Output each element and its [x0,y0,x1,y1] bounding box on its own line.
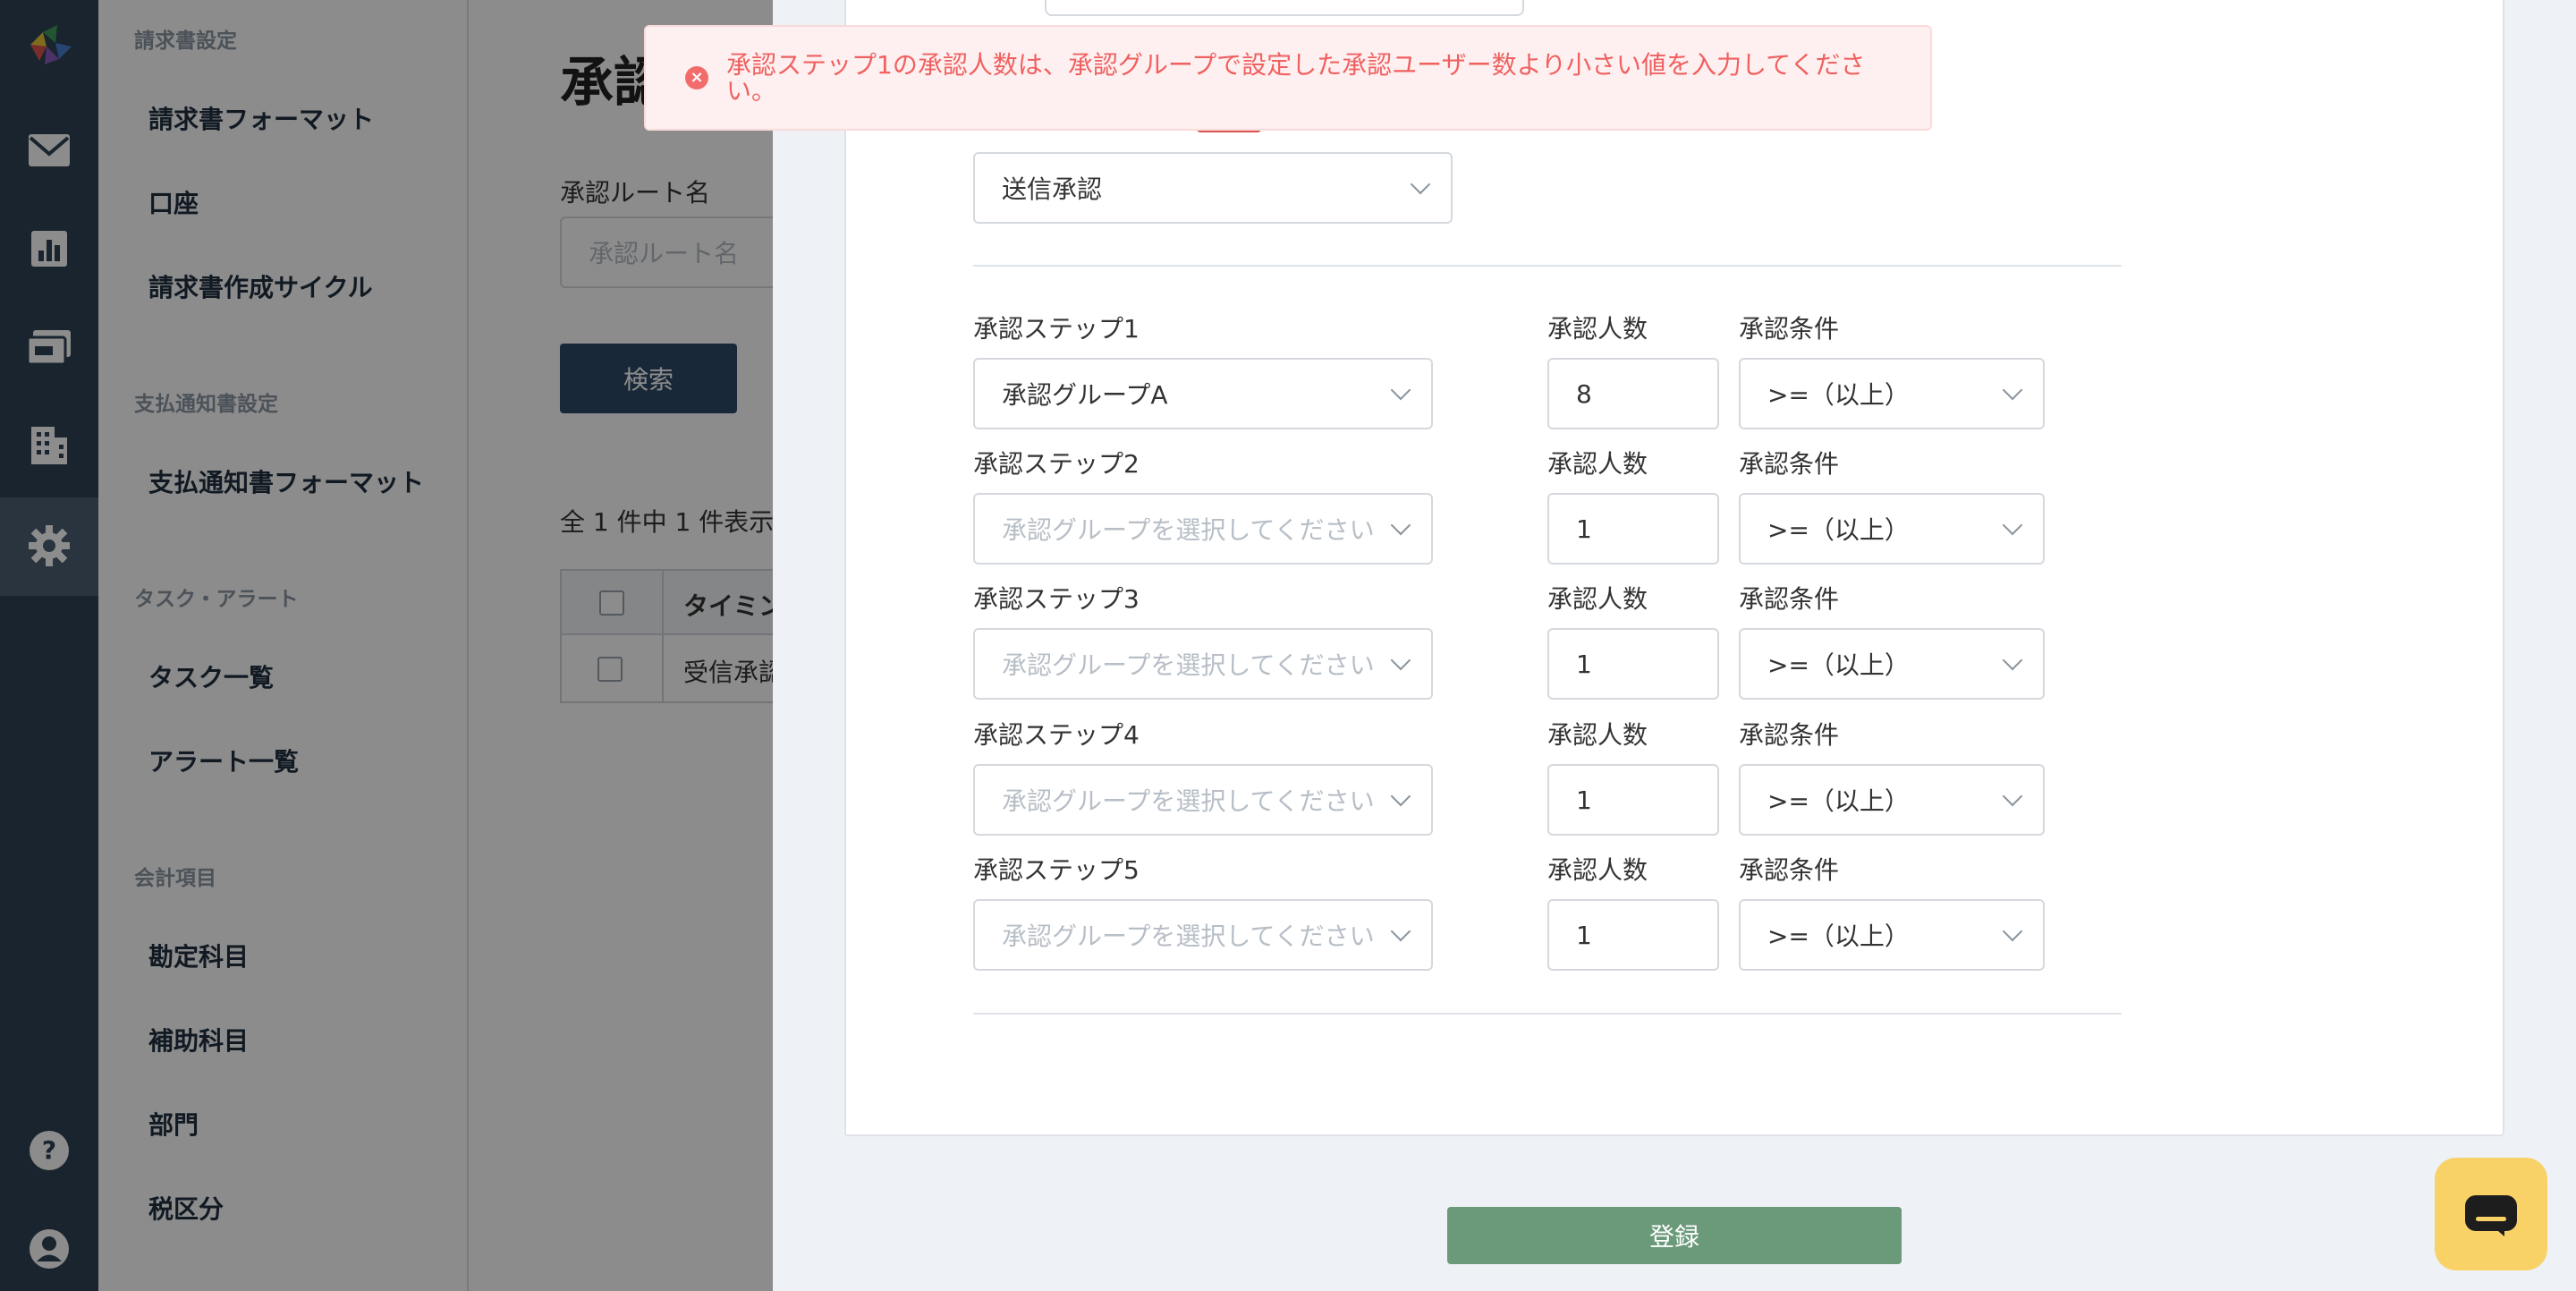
step2-condition-label: 承認条件 [1739,449,1840,479]
chevron-down-icon [1390,650,1411,671]
chevron-down-icon [2002,379,2023,401]
step5-condition-value: >=（以上） [1767,922,1910,951]
chevron-down-icon [2002,921,2023,942]
step3-group-select[interactable]: 承認グループを選択してください [973,628,1433,700]
step3-label: 承認ステップ3 [973,584,1140,614]
step5-group-select[interactable]: 承認グループを選択してください [973,899,1433,971]
step2-count-label: 承認人数 [1547,449,1648,479]
chevron-down-icon [1390,921,1411,942]
step1-group-value: 承認グループA [1002,380,1168,410]
step4-condition-label: 承認条件 [1739,720,1840,750]
chat-icon [2465,1195,2517,1236]
chevron-down-icon [2002,786,2023,807]
approval-route-drawer: 送信承認 承認ステップ1 承認人数 承認条件 承認グループA 8 >=（以上） … [773,0,2576,1291]
scrolled-select[interactable] [1045,0,1524,16]
chevron-down-icon [1390,786,1411,807]
step4-group-placeholder: 承認グループを選択してください [1002,786,1375,816]
register-button[interactable]: 登録 [1447,1207,1902,1264]
step4-condition-value: >=（以上） [1767,786,1910,816]
chat-icon-line [2476,1217,2506,1221]
step5-label: 承認ステップ5 [973,855,1140,885]
step3-condition-label: 承認条件 [1739,584,1840,614]
step2-label: 承認ステップ2 [973,449,1140,479]
step1-count-input[interactable]: 8 [1547,358,1719,429]
step1-count-label: 承認人数 [1547,314,1648,344]
step1-condition-select[interactable]: >=（以上） [1739,358,2045,429]
step5-condition-label: 承認条件 [1739,855,1840,885]
step3-condition-select[interactable]: >=（以上） [1739,628,2045,700]
section-divider [973,1013,2122,1015]
chevron-down-icon [2002,514,2023,536]
chevron-down-icon [2002,650,2023,671]
error-message: 承認ステップ1の承認人数は、承認グループで設定した承認ユーザー数より小さい値を入… [726,50,1866,106]
step2-condition-value: >=（以上） [1767,515,1910,545]
step3-group-placeholder: 承認グループを選択してください [1002,650,1375,680]
timing-select-value: 送信承認 [1002,174,1103,204]
step5-condition-select[interactable]: >=（以上） [1739,899,2045,971]
step5-group-placeholder: 承認グループを選択してください [1002,922,1375,951]
step4-group-select[interactable]: 承認グループを選択してください [973,764,1433,836]
chevron-down-icon [1410,174,1431,195]
step4-count-input[interactable]: 1 [1547,764,1719,836]
step3-condition-value: >=（以上） [1767,650,1910,680]
step1-condition-value: >=（以上） [1767,380,1910,410]
step1-label: 承認ステップ1 [973,314,1140,344]
chevron-down-icon [1390,514,1411,536]
step4-condition-select[interactable]: >=（以上） [1739,764,2045,836]
error-icon[interactable]: × [685,66,708,89]
step3-count-input[interactable]: 1 [1547,628,1719,700]
error-toast: × 承認ステップ1の承認人数は、承認グループで設定した承認ユーザー数より小さい値… [644,25,1932,131]
section-divider [973,265,2122,267]
timing-select[interactable]: 送信承認 [973,152,1453,224]
step1-group-select[interactable]: 承認グループA [973,358,1433,429]
step2-group-select[interactable]: 承認グループを選択してください [973,493,1433,565]
step5-count-label: 承認人数 [1547,855,1648,885]
step2-condition-select[interactable]: >=（以上） [1739,493,2045,565]
chat-button[interactable] [2435,1158,2547,1270]
step1-condition-label: 承認条件 [1739,314,1840,344]
step2-count-input[interactable]: 1 [1547,493,1719,565]
step2-group-placeholder: 承認グループを選択してください [1002,515,1375,545]
step4-label: 承認ステップ4 [973,720,1140,750]
step3-count-label: 承認人数 [1547,584,1648,614]
step5-count-input[interactable]: 1 [1547,899,1719,971]
step4-count-label: 承認人数 [1547,720,1648,750]
chevron-down-icon [1390,379,1411,401]
approval-route-form: 送信承認 承認ステップ1 承認人数 承認条件 承認グループA 8 >=（以上） … [844,0,2504,1136]
